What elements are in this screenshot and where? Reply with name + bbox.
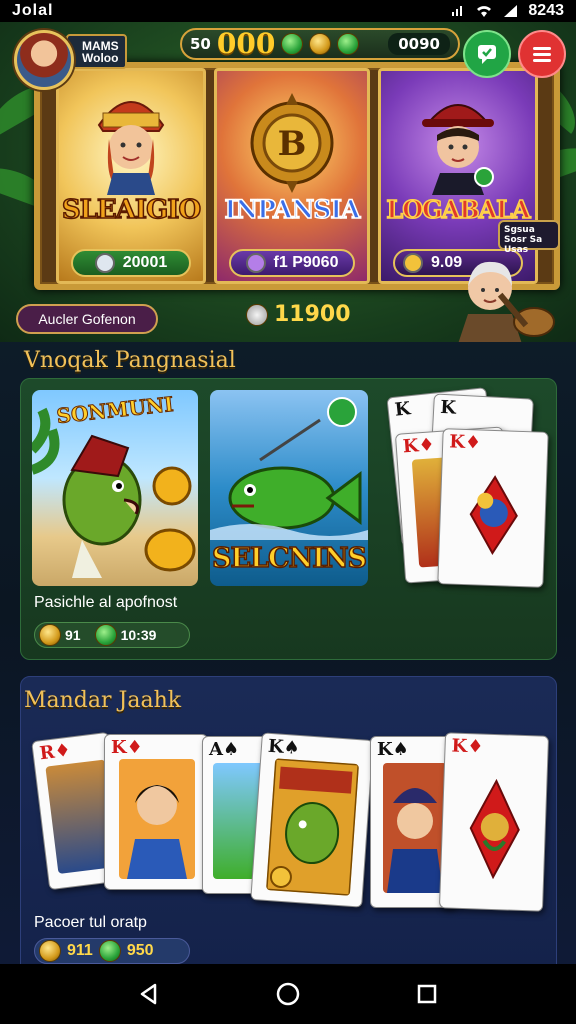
tile-label: SELCNINS (211, 542, 368, 575)
playing-card[interactable]: K♦ (437, 428, 549, 588)
coin-icon (39, 624, 61, 646)
back-triangle-icon (141, 983, 157, 1005)
featured-game-title: SLEAIGIO (61, 194, 202, 226)
trophy-icon (94, 253, 115, 273)
home-button[interactable] (268, 974, 308, 1014)
card-fish-icon (266, 758, 360, 896)
playing-card[interactable]: K♦ (438, 732, 550, 912)
gem-icon (94, 624, 117, 646)
card-rank: K♠ (267, 735, 301, 759)
featured-game-badge[interactable]: 20001 (71, 249, 191, 277)
avatar[interactable] (14, 30, 74, 90)
recents-square-icon (417, 984, 436, 1004)
gem-icon (337, 33, 360, 55)
coin-value-small: 50 (190, 35, 211, 53)
balance-value: 11900 (274, 302, 351, 327)
card-rank: K♦ (451, 735, 484, 758)
hamburger-icon (533, 47, 551, 62)
card-rank: K♠ (377, 739, 409, 760)
coin-icon (39, 940, 61, 962)
coin-icon (403, 253, 423, 273)
lobby-screen: Jolal 8243 SLEAIGIO 20001 B INPANSIA f1 … (0, 0, 576, 1024)
coin-value-big: 000 (216, 27, 276, 60)
status-bar: Jolal 8243 (0, 0, 576, 22)
chat-button[interactable] (463, 30, 511, 78)
card-rank: K♦ (402, 434, 436, 458)
coin-bar[interactable]: 50 000 0090 (180, 28, 460, 60)
card-rank: K♦ (448, 431, 482, 454)
card-rank: K (439, 396, 457, 419)
card-rank: R♦ (38, 739, 72, 765)
game-tile-fisherman[interactable]: SONMUNI (32, 390, 198, 586)
character-portrait-icon (97, 101, 165, 195)
chat-icon (478, 45, 496, 64)
menu-button[interactable] (518, 30, 566, 78)
signal-icon (452, 6, 463, 16)
coin-icon (246, 303, 268, 326)
status-time: Jolal (12, 2, 54, 19)
reward-timer: 10:39 (120, 627, 157, 643)
reward-value-2: 950 (126, 942, 154, 959)
featured-game-title: INPANSIA (224, 194, 361, 225)
reward-value: 911 (67, 942, 93, 959)
featured-game-1[interactable]: SLEAIGIO 20001 (56, 68, 206, 284)
coin-icon (309, 33, 332, 55)
total-balance: 11900 (246, 302, 351, 327)
wifi-icon (477, 6, 492, 17)
section-caption: Pacoer tul oratp (34, 914, 147, 931)
status-icons: 8243 (450, 2, 564, 20)
section-reward-bar[interactable]: 911 950 (34, 938, 190, 964)
card-dragon-icon (469, 778, 520, 880)
old-man-guitar-icon (458, 261, 555, 342)
card-rank: K (393, 398, 412, 421)
featured-game-2[interactable]: B INPANSIA f1 P9060 (214, 68, 370, 284)
game-tile-fish[interactable]: SELCNINS (210, 390, 368, 586)
speech-bubble: Sgsua Sosr Sa Usas (498, 220, 560, 255)
action-button[interactable]: Aucler Gofenon (16, 304, 158, 334)
card-rank: A♠ (209, 739, 240, 760)
playing-card[interactable]: K♦ (104, 734, 208, 890)
gem-icon (98, 940, 121, 962)
card-portrait-icon (383, 763, 447, 893)
back-button[interactable] (129, 974, 169, 1014)
badge-value: f1 P9060 (273, 254, 339, 271)
section-title: Vnoqak Pangnasial (24, 348, 236, 373)
section-caption: Pasichle al apofnost (34, 594, 178, 611)
gift-icon (245, 253, 266, 273)
recents-button[interactable] (407, 974, 447, 1014)
golden-emblem-icon: B (250, 93, 334, 193)
coin-value-right: 0090 (388, 33, 450, 55)
gem-icon (281, 33, 304, 55)
card-rank: K♦ (111, 737, 143, 758)
player-name-line2: Woloo (82, 51, 119, 65)
featured-game-badge[interactable]: f1 P9060 (229, 249, 355, 277)
badge-value: 20001 (122, 254, 168, 271)
card-dragon-icon (469, 475, 518, 555)
player-name-tag[interactable]: MAMS Woloo (66, 34, 127, 69)
system-nav-bar (0, 964, 576, 1024)
card-portrait-icon (119, 759, 195, 879)
reward-value: 91 (65, 627, 81, 643)
character-portrait-icon (422, 104, 494, 195)
home-circle-icon (276, 982, 300, 1006)
status-battery-text: 8243 (528, 2, 564, 19)
playing-card[interactable]: K♠ (250, 732, 374, 908)
section-title: Mandar Jaahk (24, 688, 182, 713)
cellular-icon (504, 5, 518, 17)
svg-text:B: B (278, 124, 307, 164)
section-reward-bar[interactable]: 91 10:39 (34, 622, 190, 648)
